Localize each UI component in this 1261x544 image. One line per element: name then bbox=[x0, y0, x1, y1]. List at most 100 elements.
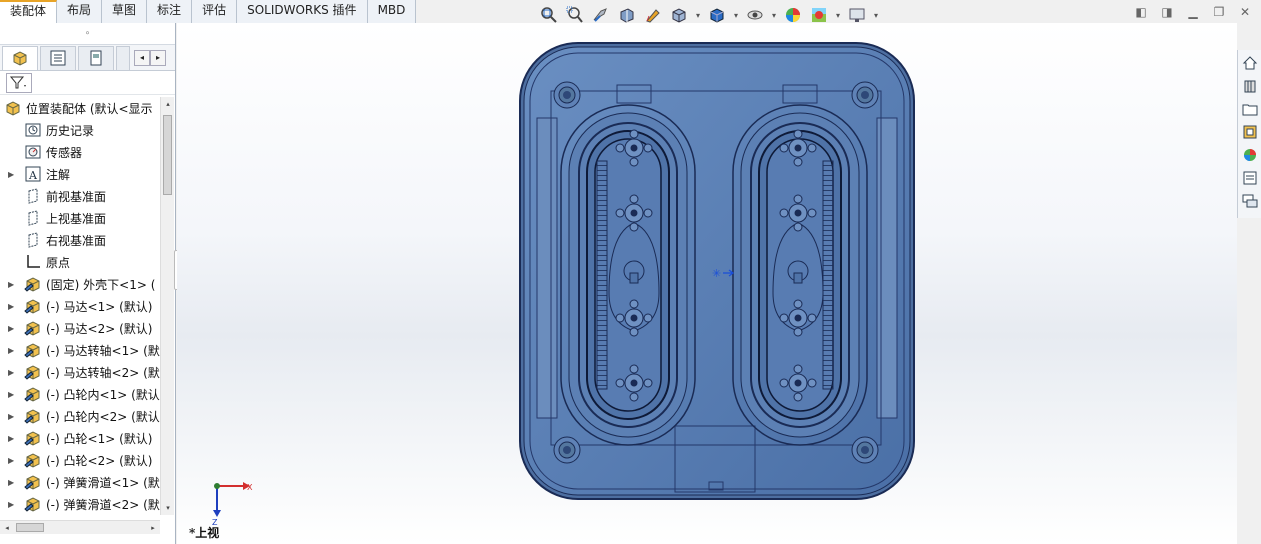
property-manager-tab[interactable] bbox=[40, 45, 76, 70]
close-icon[interactable]: ✕ bbox=[1237, 4, 1253, 20]
plane-icon bbox=[24, 187, 42, 205]
tree-item-label: (-) 凸轮<1> (默认) bbox=[46, 431, 153, 446]
tree-item-label: (-) 马达转轴<1> (默 bbox=[46, 343, 160, 358]
command-tab-5[interactable]: SOLIDWORKS 插件 bbox=[237, 0, 368, 23]
feature-manager-tab[interactable] bbox=[2, 45, 38, 70]
scroll-left-icon[interactable]: ◂ bbox=[134, 49, 150, 66]
task-pane bbox=[1237, 50, 1261, 218]
tree-item-label: (-) 弹簧滑道<1> (默 bbox=[46, 475, 160, 490]
left-track[interactable] bbox=[560, 104, 696, 446]
minimize-icon[interactable]: ▁ bbox=[1185, 4, 1201, 20]
expand-arrow-icon[interactable]: ▶ bbox=[0, 280, 24, 289]
expand-arrow-icon[interactable]: ▶ bbox=[0, 390, 24, 399]
command-tab-3[interactable]: 标注 bbox=[147, 0, 193, 23]
sensor-icon bbox=[24, 143, 42, 161]
appearances-icon[interactable] bbox=[1240, 144, 1260, 165]
tree-item[interactable]: 右视基准面 bbox=[0, 229, 160, 251]
graphics-viewport[interactable]: ✳ X Z *上视 bbox=[177, 23, 1237, 544]
tree-item-label: 传感器 bbox=[46, 145, 83, 160]
view-name-label: *上视 bbox=[189, 526, 220, 540]
tree-root-label: 位置装配体 (默认<显示 bbox=[26, 101, 153, 116]
scroll-left-icon[interactable]: ◂ bbox=[0, 521, 14, 535]
file-explorer-icon[interactable] bbox=[1240, 98, 1260, 119]
history-icon bbox=[24, 121, 42, 139]
custom-properties-icon[interactable] bbox=[1240, 167, 1260, 188]
model-view[interactable]: ✳ X Z bbox=[177, 23, 1237, 544]
chevron-down-icon[interactable]: ▾ bbox=[732, 11, 740, 20]
filter-icon[interactable] bbox=[6, 72, 32, 93]
command-tab-4[interactable]: 评估 bbox=[192, 0, 238, 23]
part-icon bbox=[24, 363, 42, 381]
scroll-thumb[interactable] bbox=[16, 523, 44, 532]
scroll-up-icon[interactable]: ▴ bbox=[161, 97, 175, 111]
chevron-down-icon[interactable]: ▾ bbox=[694, 11, 702, 20]
tree-item[interactable]: ▶ (-) 弹簧滑道<1> (默 bbox=[0, 471, 160, 493]
command-tab-0[interactable]: 装配体 bbox=[0, 0, 58, 23]
expand-arrow-icon[interactable]: ▶ bbox=[0, 500, 24, 509]
expand-arrow-icon[interactable]: ▶ bbox=[0, 324, 24, 333]
chevron-down-icon[interactable]: ▾ bbox=[834, 11, 842, 20]
tree-item[interactable]: 传感器 bbox=[0, 141, 160, 163]
tree-item[interactable]: 前视基准面 bbox=[0, 185, 160, 207]
tree-horizontal-scrollbar[interactable]: ◂ ▸ bbox=[0, 520, 160, 534]
chevron-down-icon[interactable]: ▾ bbox=[872, 11, 880, 20]
solidworks-window: 装配体布局草图标注评估SOLIDWORKS 插件MBD ▾ ▾ ▾ bbox=[0, 0, 1261, 544]
origin-icon bbox=[24, 253, 42, 271]
expand-arrow-icon[interactable]: ▶ bbox=[0, 434, 24, 443]
expand-arrow-icon[interactable]: ▶ bbox=[0, 346, 24, 355]
scroll-right-icon[interactable]: ▸ bbox=[150, 49, 166, 66]
part-icon bbox=[24, 429, 42, 447]
panel-tabs: ◂ ▸ bbox=[0, 45, 175, 71]
configuration-manager-tab[interactable] bbox=[78, 45, 114, 70]
expand-arrow-icon[interactable]: ▶ bbox=[0, 170, 24, 179]
forum-icon[interactable] bbox=[1240, 190, 1260, 211]
tree-item[interactable]: ▶ (-) 凸轮内<2> (默认 bbox=[0, 405, 160, 427]
tree-item[interactable]: ▶ (-) 凸轮<2> (默认) bbox=[0, 449, 160, 471]
dimxpert-tab[interactable] bbox=[116, 45, 130, 70]
tile-left-icon[interactable]: ◧ bbox=[1133, 4, 1149, 20]
tree-item[interactable]: ▶ (-) 马达<1> (默认) bbox=[0, 295, 160, 317]
tree-item[interactable]: 原点 bbox=[0, 251, 160, 273]
tree-item[interactable]: ▶ (-) 马达转轴<1> (默 bbox=[0, 339, 160, 361]
restore-icon[interactable]: ❐ bbox=[1211, 4, 1227, 20]
chevron-down-icon[interactable]: ▾ bbox=[770, 11, 778, 20]
tree-item[interactable]: ▶ (-) 马达<2> (默认) bbox=[0, 317, 160, 339]
tree-item[interactable]: ▶ (-) 凸轮内<1> (默认 bbox=[0, 383, 160, 405]
tree-item-label: 注解 bbox=[46, 167, 71, 182]
scroll-down-icon[interactable]: ▾ bbox=[161, 501, 175, 515]
tree-item[interactable]: ▶ (-) 弹簧滑道<2> (默 bbox=[0, 493, 160, 515]
tree-item[interactable]: 历史记录 bbox=[0, 119, 160, 141]
reference-triad: X Z bbox=[212, 482, 253, 527]
part-icon bbox=[24, 407, 42, 425]
expand-arrow-icon[interactable]: ▶ bbox=[0, 456, 24, 465]
panel-grip[interactable]: ⚬ bbox=[0, 23, 175, 45]
tree-item[interactable]: ▶ (-) 凸轮<1> (默认) bbox=[0, 427, 160, 449]
tile-right-icon[interactable]: ◨ bbox=[1159, 4, 1175, 20]
tree-vertical-scrollbar[interactable]: ▴ ▾ bbox=[160, 97, 174, 515]
tree-item-label: (固定) 外壳下<1> ( bbox=[46, 277, 156, 292]
tree-item-label: (-) 马达<1> (默认) bbox=[46, 299, 153, 314]
tree-item-label: (-) 凸轮内<2> (默认 bbox=[46, 409, 160, 424]
tree-item[interactable]: ▶ (固定) 外壳下<1> ( bbox=[0, 273, 160, 295]
tree-items: 历史记录 传感器 ▶ A 注解 前视基准面 上视基准面 右视基准面 原点 ▶ (固定) 外壳下<1>… bbox=[0, 119, 160, 515]
command-tab-6[interactable]: MBD bbox=[367, 0, 417, 23]
scroll-right-icon[interactable]: ▸ bbox=[146, 521, 160, 535]
view-palette-icon[interactable] bbox=[1240, 121, 1260, 142]
tree-item[interactable]: ▶ A 注解 bbox=[0, 163, 160, 185]
tree-root[interactable]: 位置装配体 (默认<显示 bbox=[0, 97, 160, 119]
feature-tree: 位置装配体 (默认<显示 历史记录 传感器 ▶ A 注解 前视基准面 上视基准面 右视基准面原… bbox=[0, 97, 160, 517]
expand-arrow-icon[interactable]: ▶ bbox=[0, 412, 24, 421]
expand-arrow-icon[interactable]: ▶ bbox=[0, 302, 24, 311]
command-tab-2[interactable]: 草图 bbox=[102, 0, 148, 23]
design-library-icon[interactable] bbox=[1240, 75, 1260, 96]
annotation-icon: A bbox=[24, 165, 42, 183]
home-icon[interactable] bbox=[1240, 52, 1260, 73]
expand-arrow-icon[interactable]: ▶ bbox=[0, 478, 24, 487]
tree-item[interactable]: 上视基准面 bbox=[0, 207, 160, 229]
scroll-thumb[interactable] bbox=[163, 115, 172, 195]
feature-manager-panel: ⚬ ◂ ▸ 位置装配体 (默认<显示 历史记录 传感器 ▶ A 注解 前视基准面… bbox=[0, 23, 176, 544]
command-tab-1[interactable]: 布局 bbox=[57, 0, 103, 23]
tree-item[interactable]: ▶ (-) 马达转轴<2> (默 bbox=[0, 361, 160, 383]
triad-x-label: X bbox=[247, 483, 253, 492]
expand-arrow-icon[interactable]: ▶ bbox=[0, 368, 24, 377]
